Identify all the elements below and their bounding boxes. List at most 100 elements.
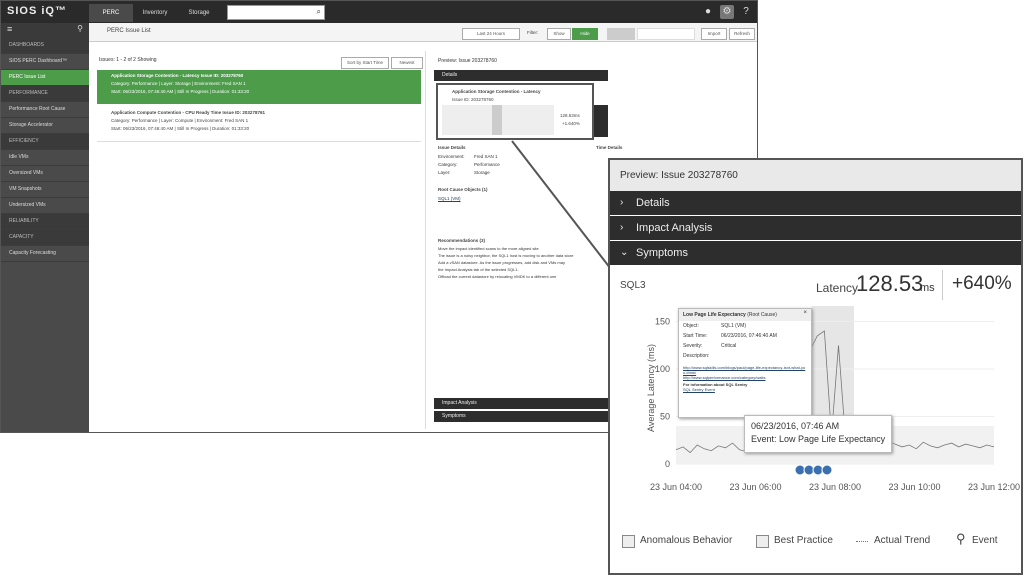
sidebar-item[interactable]: Undersized VMs <box>1 198 89 214</box>
sidebar-item[interactable]: Performance Root Cause <box>1 102 89 118</box>
dark-panel <box>594 105 608 137</box>
root-cause-link[interactable]: SQL1 (VM) <box>438 196 461 201</box>
root-cause-heading: Root Cause Objects (1) <box>438 187 488 192</box>
x-tick-label: 23 Jun 06:00 <box>729 482 781 492</box>
impact-analysis-bar[interactable]: Impact Analysis <box>434 398 608 409</box>
mini-chart <box>442 105 554 135</box>
sidebar-item[interactable]: Idle VMs <box>1 150 89 166</box>
sidebar-item[interactable]: SIOS PERC Dashboard™ <box>1 54 89 70</box>
y-tick-label: 150 <box>655 317 670 327</box>
issue-title: Application Storage Contention - Latency… <box>111 73 244 78</box>
symptoms-bar[interactable]: Symptoms <box>434 411 608 422</box>
tooltip-row: Description: <box>683 353 807 363</box>
sidebar-section[interactable]: PERFORMANCE <box>1 86 89 102</box>
latency-change: +640% <box>952 273 1012 294</box>
tooltip-more-link[interactable]: SQL Sentry Event <box>679 387 811 392</box>
search-icon[interactable]: ⌕ <box>317 7 321 17</box>
x-tick-label: 23 Jun 08:00 <box>809 482 861 492</box>
user-icon[interactable]: ● <box>701 5 715 19</box>
page-title: PERC Issue List <box>107 28 151 34</box>
close-icon[interactable]: × <box>803 310 807 316</box>
detail-row: Environment: Fred SAN 1 <box>438 154 588 162</box>
y-tick-label: 50 <box>660 412 670 422</box>
details-bar[interactable]: Details <box>434 70 608 81</box>
sidebar-item[interactable]: Storage Accelerator <box>1 118 89 134</box>
tooltip-links: http://www.sqlskills.com/blogs/paul/page… <box>679 365 811 380</box>
event-name: Event: Low Page Life Expectancy <box>751 434 886 444</box>
import-button[interactable]: Import <box>701 28 727 40</box>
y-tick-label: 0 <box>665 459 670 469</box>
inset-details-label: Details <box>636 197 670 209</box>
tooltip-more: For information about SQL Sentry <box>683 382 748 387</box>
time-details-heading: Time Details <box>596 145 623 150</box>
detail-key: Layer: <box>438 170 451 175</box>
inset-symptoms-label: Symptoms <box>636 247 688 259</box>
chevron-right-icon: › <box>620 197 624 208</box>
inset-details-bar[interactable]: › Details <box>610 191 1021 215</box>
sidebar-header: ≡ ⚲ <box>1 23 89 38</box>
detail-key: Environment: <box>438 154 465 159</box>
sidebar-item[interactable]: Oversized VMs <box>1 166 89 182</box>
tooltip-link[interactable]: http://www.sqlskills.com/blogs/paul/page… <box>683 365 807 375</box>
tooltip-key: Object: <box>683 323 699 329</box>
sidebar-section[interactable]: EFFICIENCY <box>1 134 89 150</box>
menu-icon[interactable]: ≡ <box>7 24 12 34</box>
issue-card-selected[interactable]: Application Storage Contention - Latency… <box>97 70 421 104</box>
recommendations-heading: Recommendations (3) <box>438 238 486 243</box>
legend-actual-trend: Actual Trend <box>874 535 931 546</box>
best-practice-swatch[interactable] <box>756 535 769 548</box>
help-icon[interactable]: ? <box>739 5 753 19</box>
legend-best-practice: Best Practice <box>774 535 833 546</box>
tab-storage[interactable]: Storage <box>177 4 221 22</box>
detail-row: Layer: Storage <box>438 170 588 178</box>
recommendation-line: the Impact Analysis tab of the selected … <box>438 267 519 272</box>
issue-card[interactable]: Application Compute Contention - CPU Rea… <box>97 107 421 142</box>
refresh-button[interactable]: Refresh <box>729 28 755 40</box>
latency-value: 128.53 <box>856 271 924 296</box>
anomalous-swatch[interactable] <box>622 535 635 548</box>
event-marker <box>821 464 833 476</box>
tooltip-tag: (Root Cause) <box>747 312 777 318</box>
sort-select[interactable]: Sort by Start Time <box>341 57 389 69</box>
disabled-filter-button-2[interactable] <box>637 28 695 40</box>
zoomed-preview: Preview: Issue 203278760 › Details › Impac… <box>608 158 1023 575</box>
tooltip-row: Start Time: 06/23/2016, 07:46:40 AM <box>683 333 807 343</box>
show-button[interactable]: Show <box>547 28 571 40</box>
sidebar-section[interactable]: RELIABILITY <box>1 214 89 230</box>
tooltip-value: 06/23/2016, 07:46:40 AM <box>721 333 777 339</box>
root-cause-tooltip: Low Page Life Expectancy (Root Cause) × … <box>678 308 812 418</box>
pin-icon[interactable]: ⚲ <box>77 24 83 33</box>
disabled-filter-button[interactable] <box>607 28 635 40</box>
gear-icon[interactable]: ⚙ <box>720 5 734 19</box>
legend-anomalous: Anomalous Behavior <box>640 535 733 546</box>
tab-perc[interactable]: PERC <box>89 4 133 22</box>
metric-divider <box>942 270 943 300</box>
latency-chart[interactable]: Average Latency (ms) 0 50 100 150 23 Jun 04:0… <box>610 302 1021 502</box>
hide-button[interactable]: Hide <box>572 28 598 40</box>
tooltip-key: Description: <box>683 353 710 359</box>
sidebar-item[interactable]: Capacity Forecasting <box>1 246 89 262</box>
tooltip-row: Severity: Critical <box>683 343 807 353</box>
inset-symptoms-bar[interactable]: ⌄ Symptoms <box>610 241 1021 265</box>
tab-inventory[interactable]: Inventory <box>133 4 177 22</box>
event-marker-icon: ⚲ <box>956 531 966 546</box>
sidebar-section[interactable]: DASHBOARDS <box>1 38 89 54</box>
recommendation-line: Add a vSAN datastore. As the issue progr… <box>438 260 565 265</box>
inset-impact-bar[interactable]: › Impact Analysis <box>610 216 1021 240</box>
order-select[interactable]: Newest <box>391 57 423 69</box>
trend-swatch <box>856 541 868 542</box>
issue-meta: Category: Performance | Layer: Storage |… <box>111 81 246 86</box>
inset-impact-label: Impact Analysis <box>636 222 713 234</box>
sidebar-item[interactable]: PERC Issue List <box>1 70 89 86</box>
time-range-select[interactable]: Last 24 Hours <box>462 28 520 40</box>
mini-chart-card[interactable]: Application Storage Contention - Latency… <box>436 83 594 140</box>
x-tick-label: 23 Jun 12:00 <box>968 482 1020 492</box>
recommendation-line: The issue is a noisy neighbor, the SQL1 … <box>438 253 574 258</box>
issue-time: Start: 06/23/2016, 07:46:40 AM | Still I… <box>111 89 250 94</box>
detail-value: Performance <box>474 162 500 167</box>
recommendations-list: Move the impact identified scans to the … <box>438 246 608 281</box>
search-input[interactable]: ⌕ <box>227 5 325 20</box>
sidebar-item[interactable]: VM Snapshots <box>1 182 89 198</box>
sidebar-section[interactable]: CAPACITY <box>1 230 89 246</box>
mini-chart-change: +1.640% <box>562 121 580 126</box>
